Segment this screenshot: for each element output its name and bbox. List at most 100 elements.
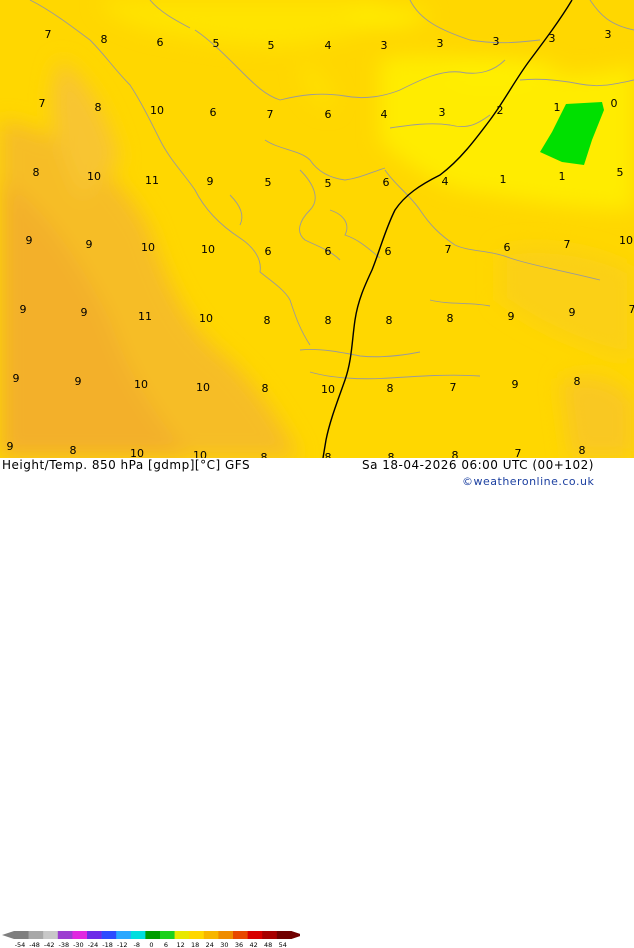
value-label: 10 — [199, 312, 213, 325]
value-label: 8 — [261, 451, 268, 458]
legend-tick-label: -18 — [102, 941, 113, 948]
value-label: 1 — [500, 173, 507, 186]
value-label: 5 — [617, 166, 624, 179]
legend-tick-label: 18 — [191, 941, 199, 948]
legend-tick-label: -12 — [117, 941, 128, 948]
value-label: 8 — [574, 375, 581, 388]
value-label: 9 — [81, 306, 88, 319]
value-label: 8 — [33, 166, 40, 179]
value-label: 6 — [504, 241, 511, 254]
value-label: 7 — [267, 108, 274, 121]
value-label: 3 — [381, 39, 388, 52]
value-label: 5 — [265, 176, 272, 189]
legend-arrow-left — [2, 931, 14, 939]
value-label: 6 — [265, 245, 272, 258]
value-label: 6 — [157, 36, 164, 49]
value-label: 9 — [26, 234, 33, 247]
value-label: 7 — [45, 28, 52, 41]
legend-swatch — [175, 931, 190, 939]
legend-swatch — [218, 931, 233, 939]
value-label: 9 — [20, 303, 27, 316]
legend-tick-label: 36 — [235, 941, 243, 948]
value-label: 8 — [325, 314, 332, 327]
legend-tick-label: -8 — [134, 941, 140, 948]
value-label: 10 — [141, 241, 155, 254]
value-label: 7 — [629, 303, 634, 316]
legend-tick-label: 0 — [149, 941, 153, 948]
value-label: 8 — [264, 314, 271, 327]
value-label: 8 — [325, 451, 332, 458]
value-label: 9 — [7, 440, 14, 453]
value-label: 11 — [138, 310, 152, 323]
legend-tick-label: 24 — [206, 941, 214, 948]
value-label: 1 — [559, 170, 566, 183]
value-label: 10 — [196, 381, 210, 394]
legend-swatch — [102, 931, 117, 939]
legend-tick-label: 42 — [249, 941, 257, 948]
weather-map: 7865543333378106764321081011955641159910… — [0, 0, 634, 458]
legend-swatch — [131, 931, 146, 939]
value-label: 6 — [210, 106, 217, 119]
value-label: 8 — [101, 33, 108, 46]
legend-tick-label: 54 — [279, 941, 287, 948]
value-label: 11 — [145, 174, 159, 187]
value-label: 8 — [262, 382, 269, 395]
value-label: 10 — [193, 449, 207, 458]
value-label: 10 — [130, 447, 144, 458]
value-label: 2 — [497, 104, 504, 117]
value-label: 3 — [437, 37, 444, 50]
legend-swatch — [277, 931, 292, 939]
legend-swatch — [43, 931, 58, 939]
legend-tick-label: 30 — [220, 941, 228, 948]
value-label: 9 — [508, 310, 515, 323]
value-label: 8 — [386, 314, 393, 327]
legend-tick-label: -48 — [29, 941, 40, 948]
legend-swatch — [72, 931, 87, 939]
legend-tick-label: -24 — [88, 941, 99, 948]
value-label: 7 — [515, 447, 522, 458]
value-label: 3 — [439, 106, 446, 119]
value-label: 4 — [442, 175, 449, 188]
map-canvas: 7865543333378106764321081011955641159910… — [0, 0, 634, 458]
color-legend: -54-48-42-38-30-24-18-12-806121824303642… — [0, 930, 300, 948]
legend-tick-label: -42 — [44, 941, 55, 948]
legend-swatch — [58, 931, 73, 939]
footer: Height/Temp. 850 hPa [gdmp][°C] GFS Sa 1… — [0, 458, 634, 490]
legend-tick-label: 48 — [264, 941, 272, 948]
value-label: 9 — [13, 372, 20, 385]
value-label: 10 — [150, 104, 164, 117]
credit-link[interactable]: ©weatheronline.co.uk — [462, 475, 594, 488]
legend-tick-label: -38 — [58, 941, 69, 948]
legend-tick-label: 6 — [164, 941, 168, 948]
value-label: 8 — [388, 451, 395, 458]
value-label: 3 — [493, 35, 500, 48]
value-label: 10 — [134, 378, 148, 391]
value-label: 4 — [381, 108, 388, 121]
legend-swatch — [233, 931, 248, 939]
legend-swatch — [189, 931, 204, 939]
value-label: 8 — [95, 101, 102, 114]
value-label: 1 — [554, 101, 561, 114]
legend-tick-label: -54 — [15, 941, 26, 948]
legend-swatch — [116, 931, 131, 939]
value-label: 10 — [619, 234, 633, 247]
legend-swatch — [160, 931, 175, 939]
value-label: 8 — [387, 382, 394, 395]
value-label: 9 — [569, 306, 576, 319]
legend-tick-label: -30 — [73, 941, 84, 948]
value-label: 9 — [207, 175, 214, 188]
value-label: 6 — [325, 245, 332, 258]
value-label: 10 — [201, 243, 215, 256]
value-label: 9 — [86, 238, 93, 251]
value-label: 7 — [39, 97, 46, 110]
value-label: 7 — [445, 243, 452, 256]
value-label: 6 — [385, 245, 392, 258]
legend-swatch — [14, 931, 29, 939]
value-label: 5 — [213, 37, 220, 50]
legend-arrow-right — [291, 931, 300, 939]
value-label: 8 — [70, 444, 77, 457]
valid-time: Sa 18-04-2026 06:00 UTC (00+102) — [362, 458, 594, 472]
value-label: 9 — [512, 378, 519, 391]
value-label: 6 — [383, 176, 390, 189]
value-label: 4 — [325, 39, 332, 52]
